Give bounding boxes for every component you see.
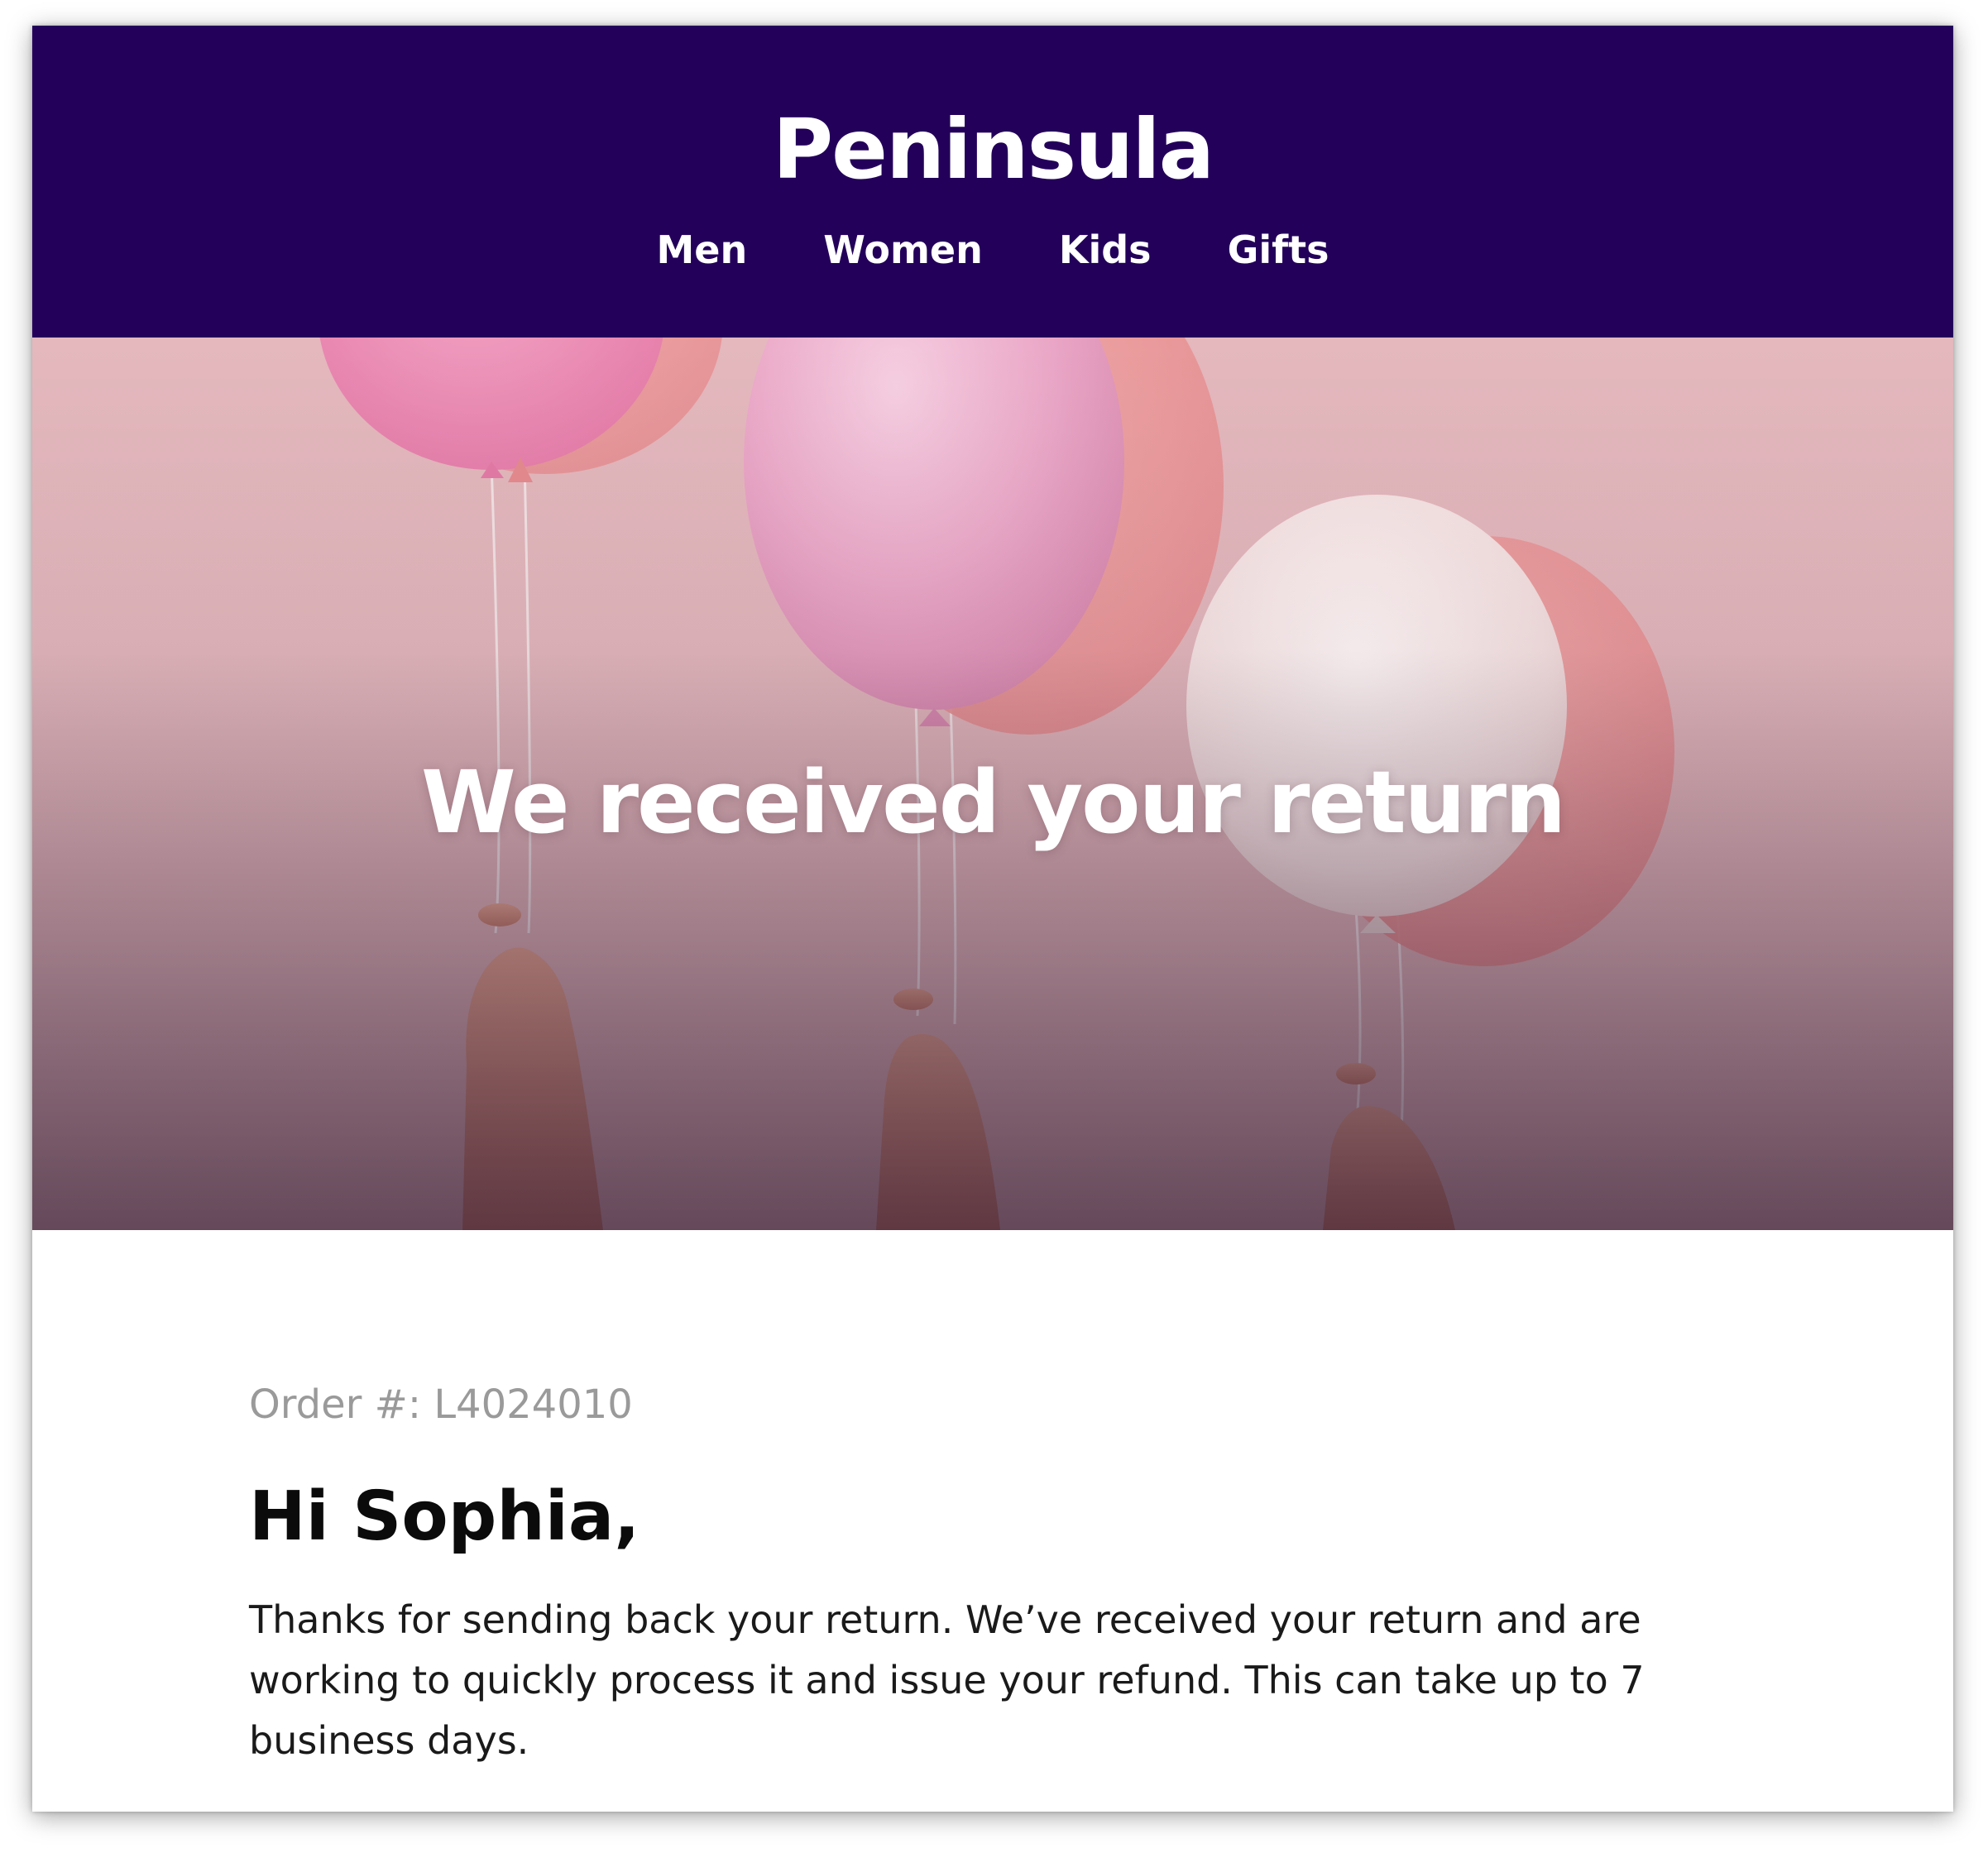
nav-women[interactable]: Women — [823, 231, 983, 269]
order-number: Order #: L4024010 — [249, 1381, 633, 1428]
email-header: Peninsula Men Women Kids Gifts — [32, 26, 1953, 338]
nav-gifts[interactable]: Gifts — [1228, 231, 1329, 269]
greeting-heading: Hi Sophia, — [249, 1477, 640, 1556]
email-card: Peninsula Men Women Kids Gifts We receiv… — [32, 26, 1953, 1812]
nav-kids[interactable]: Kids — [1059, 231, 1152, 269]
brand-logo[interactable]: Peninsula — [32, 108, 1953, 191]
nav-men[interactable]: Men — [657, 231, 748, 269]
hero-banner: We received your return — [32, 338, 1953, 1230]
return-message: Thanks for sending back your return. We’… — [249, 1597, 1645, 1763]
main-nav: Men Women Kids Gifts — [32, 231, 1953, 269]
hero-title: We received your return — [420, 752, 1566, 853]
